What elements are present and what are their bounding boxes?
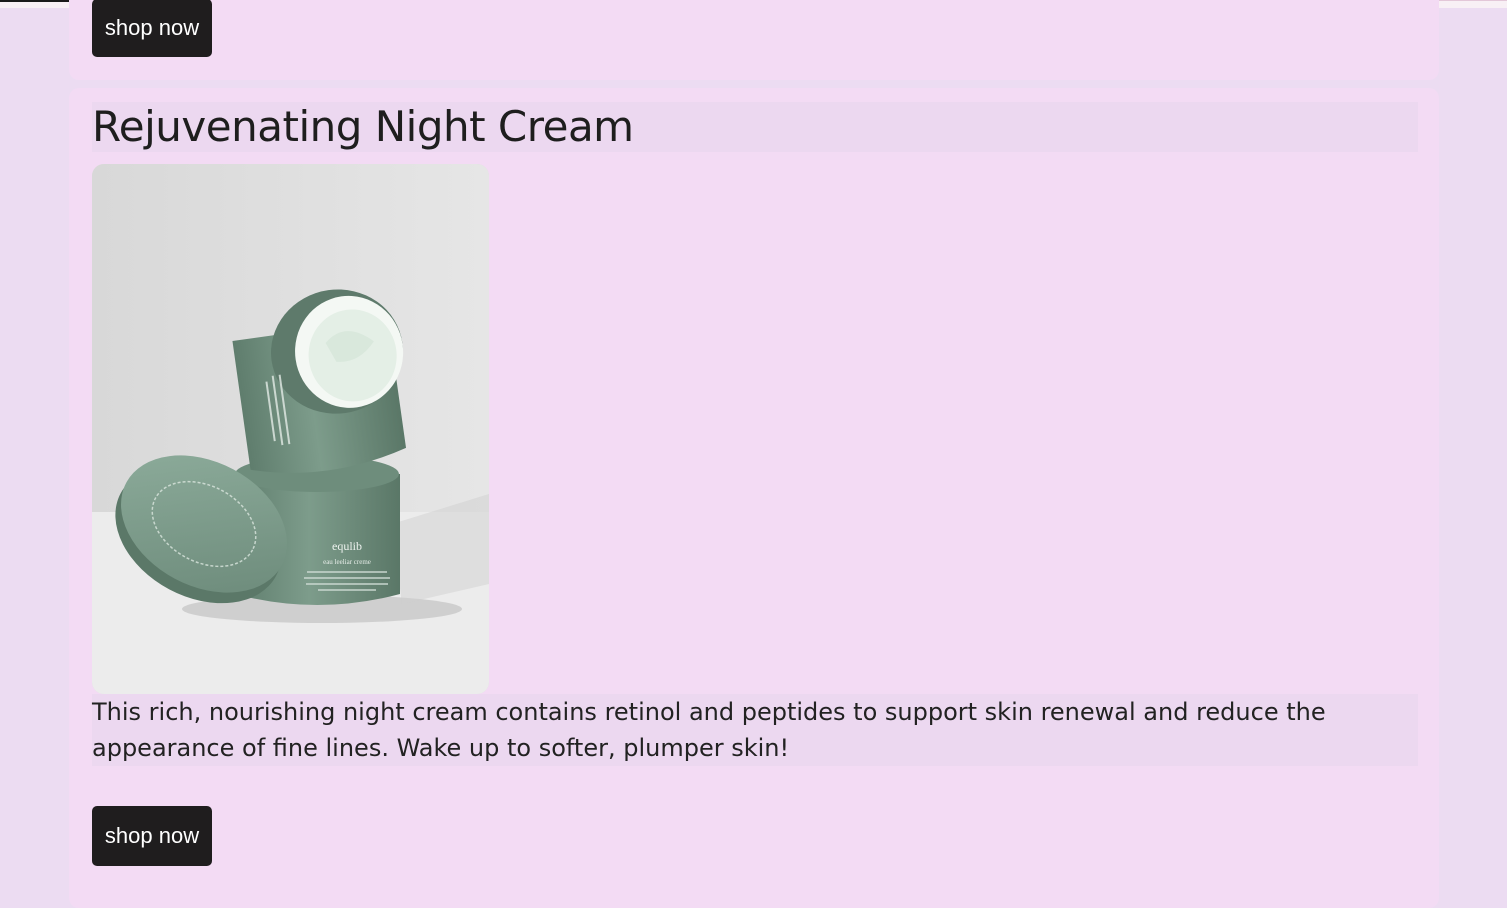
shop-now-button[interactable]: shop now bbox=[92, 806, 212, 866]
product-image: equlib eau leeliar creme bbox=[92, 164, 489, 694]
previous-product-card: shop now bbox=[69, 0, 1439, 80]
page: shop now Rejuvenating Night Cream equlib… bbox=[0, 0, 1507, 908]
product-card: Rejuvenating Night Cream equlib eau leel… bbox=[69, 88, 1439, 908]
product-description: This rich, nourishing night cream contai… bbox=[92, 694, 1418, 766]
product-title: Rejuvenating Night Cream bbox=[92, 102, 1418, 152]
cream-jar-image: equlib eau leeliar creme bbox=[92, 164, 489, 694]
shop-now-button-previous[interactable]: shop now bbox=[92, 0, 212, 57]
svg-text:equlib: equlib bbox=[332, 539, 362, 553]
svg-text:eau leeliar creme: eau leeliar creme bbox=[323, 558, 371, 566]
